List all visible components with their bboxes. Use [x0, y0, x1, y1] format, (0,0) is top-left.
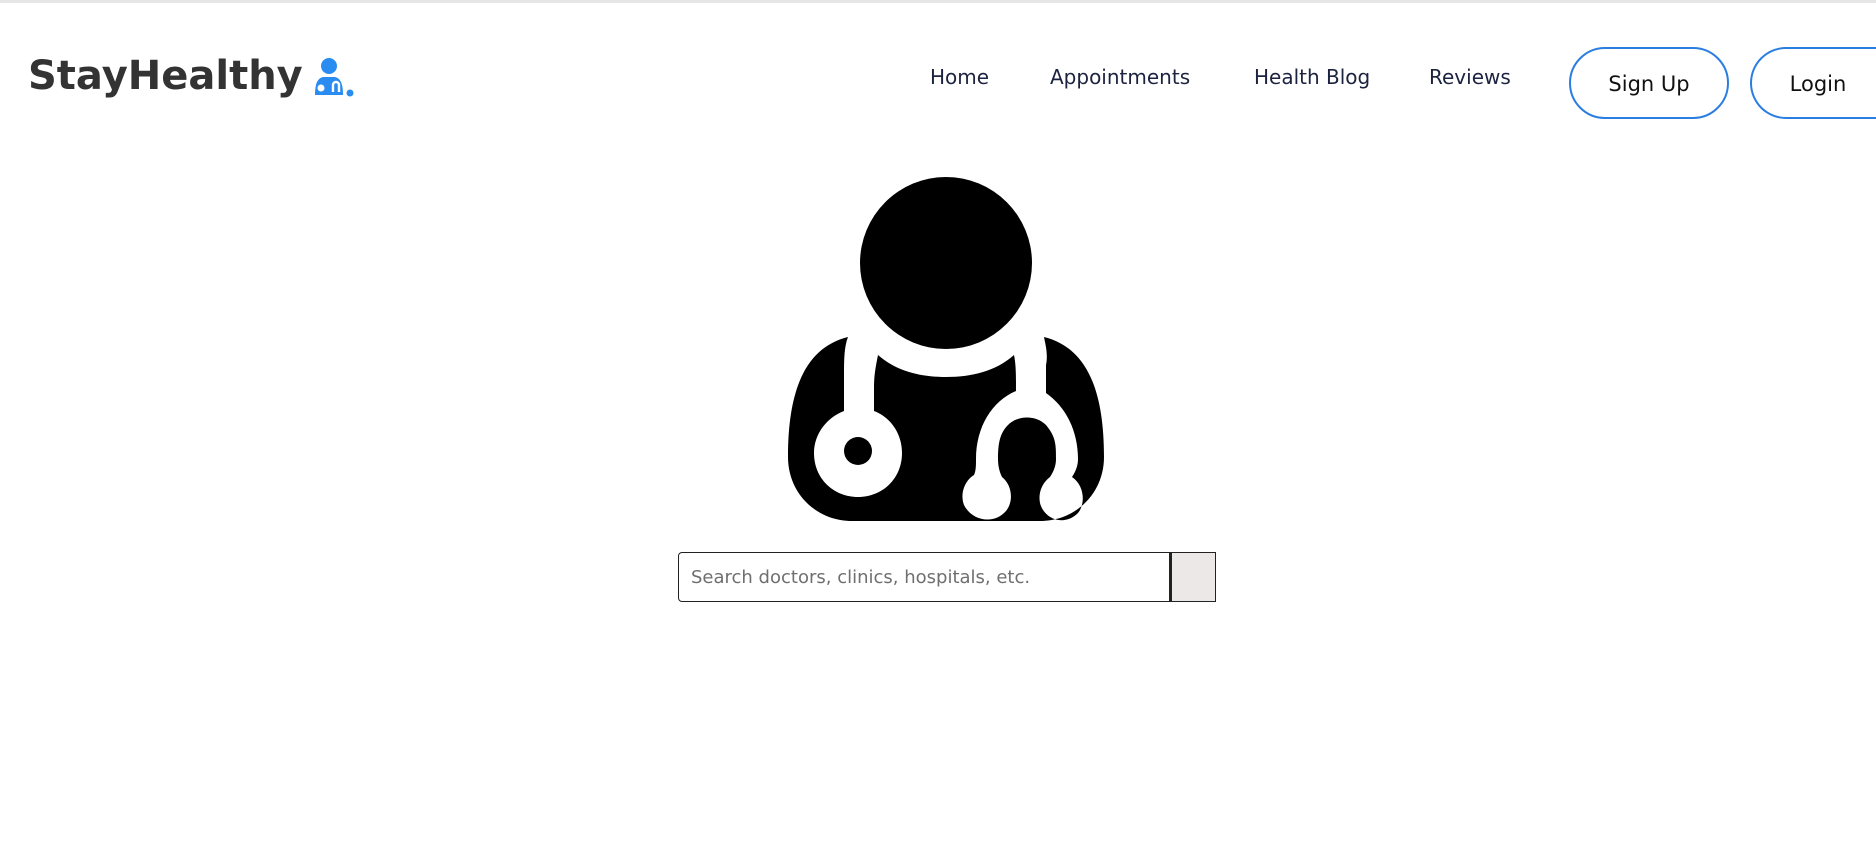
nav-home-link[interactable]: Home: [930, 65, 989, 89]
search-button[interactable]: [1170, 552, 1216, 602]
brand-name: StayHealthy: [28, 53, 303, 99]
nav-health-blog-link[interactable]: Health Blog: [1254, 65, 1370, 89]
login-button[interactable]: Login: [1750, 47, 1876, 119]
search-bar: [678, 552, 1216, 602]
nav-reviews-link[interactable]: Reviews: [1429, 65, 1511, 89]
navbar: StayHealthy Home Appointments Health Blo…: [0, 3, 1876, 143]
nav-appointments-link[interactable]: Appointments: [1050, 65, 1190, 89]
brand-logo[interactable]: StayHealthy: [28, 51, 355, 101]
doctor-stethoscope-icon: [788, 177, 1104, 521]
sign-up-button[interactable]: Sign Up: [1569, 47, 1729, 119]
search-input[interactable]: [678, 552, 1170, 602]
doctor-icon: [314, 58, 354, 97]
